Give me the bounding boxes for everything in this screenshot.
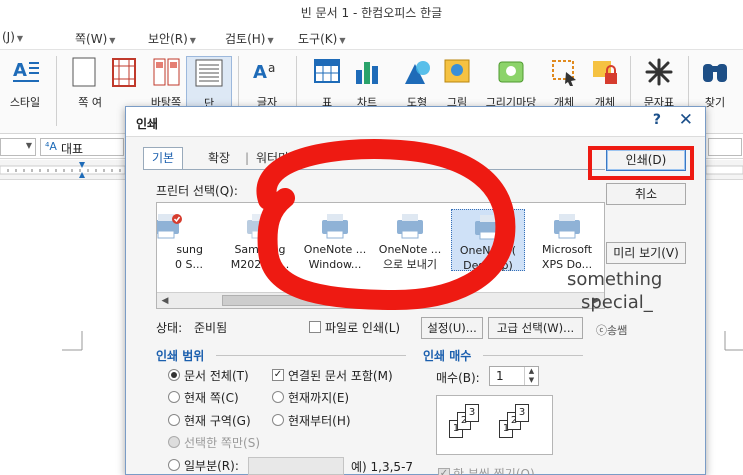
watermark-line2: special_ xyxy=(581,292,653,313)
annotation-box xyxy=(588,146,694,180)
red-annotation xyxy=(256,139,694,311)
annotation-circle xyxy=(256,139,516,311)
screen: 빈 문서 1 - 한컴오피스 한글 (J) ▼ 쪽(W) ▼ 보안(R) ▼ 검토(H… xyxy=(0,0,743,475)
watermark-credit: ⓒ송쌤 xyxy=(596,324,628,337)
watermark-line1: something xyxy=(567,269,663,290)
